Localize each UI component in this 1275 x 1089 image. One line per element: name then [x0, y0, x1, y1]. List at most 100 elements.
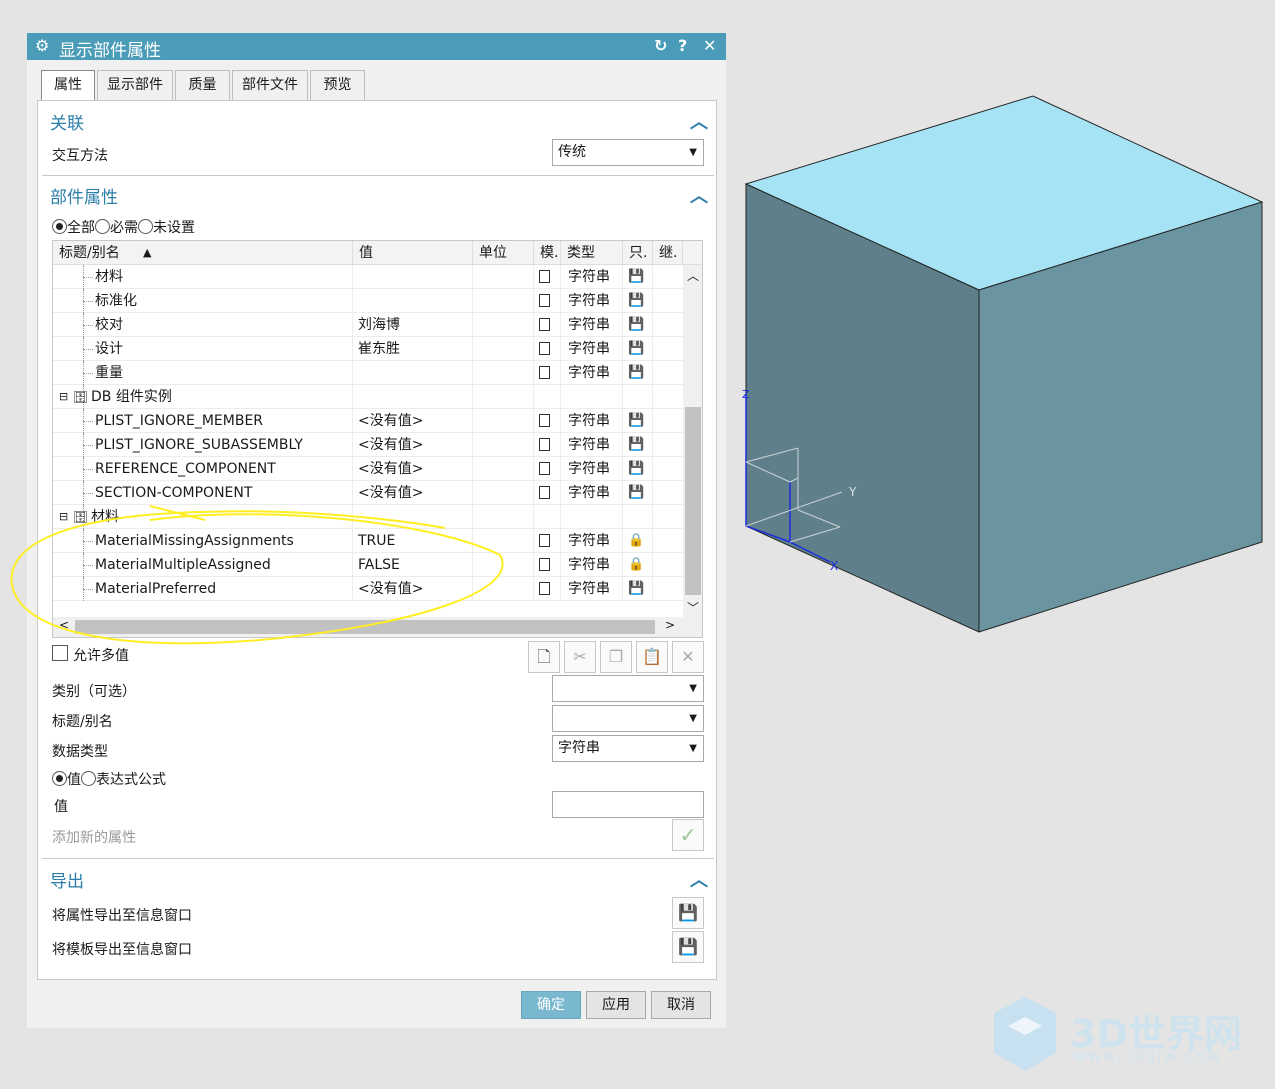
title-alias-select[interactable]: ▼	[552, 705, 704, 732]
tree-branch	[83, 421, 93, 422]
attribute-title: 设计	[95, 341, 123, 357]
filter-required-radio[interactable]	[95, 219, 110, 234]
table-row[interactable]: MaterialPreferred <没有值> 字符串 💾	[53, 577, 683, 601]
tab-part-file[interactable]: 部件文件	[232, 70, 308, 100]
value-input[interactable]	[552, 791, 704, 818]
paste-icon[interactable]: 📋	[636, 641, 668, 673]
column-header-readonly[interactable]: 只.	[623, 241, 653, 265]
interaction-method-select[interactable]: 传统 ▼	[552, 139, 704, 166]
cell-divider	[472, 577, 473, 601]
save-icon: 💾	[628, 341, 645, 356]
table-row[interactable]: 校对 刘海博 字符串 💾	[53, 313, 683, 337]
cell-divider	[533, 505, 534, 529]
template-document-icon	[539, 409, 550, 433]
column-header-inherit[interactable]: 继.	[653, 241, 683, 265]
collapse-node-icon[interactable]: ⊟	[59, 385, 68, 409]
cell-divider	[652, 337, 653, 361]
expression-mode-radio[interactable]	[81, 771, 96, 786]
category-select[interactable]: ▼	[552, 675, 704, 702]
table-row[interactable]: MaterialMissingAssignments TRUE 字符串 🔒	[53, 529, 683, 553]
cancel-button[interactable]: 取消	[651, 991, 711, 1019]
cell-divider	[652, 361, 653, 385]
export-template-save-icon[interactable]: 💾	[672, 931, 704, 963]
tab-display-part[interactable]: 显示部件	[97, 70, 173, 100]
hscroll-thumb[interactable]	[75, 620, 655, 634]
filter-required-label: 必需	[110, 220, 138, 236]
tab-attributes[interactable]: 属性	[41, 70, 95, 100]
ok-button[interactable]: 确定	[521, 991, 581, 1019]
table-row[interactable]: 设计 崔东胜 字符串 💾	[53, 337, 683, 361]
table-row[interactable]: REFERENCE_COMPONENT <没有值> 字符串 💾	[53, 457, 683, 481]
scroll-up-icon[interactable]: ︿	[687, 267, 699, 284]
scroll-down-icon[interactable]: ﹀	[687, 599, 699, 616]
checkmark-icon[interactable]: ✓	[672, 819, 704, 851]
cell-divider	[472, 433, 473, 457]
cell-divider	[533, 409, 534, 433]
allow-multi-checkbox[interactable]	[52, 645, 68, 661]
filter-unset-radio[interactable]	[138, 219, 153, 234]
horizontal-scrollbar[interactable]: < >	[53, 617, 683, 637]
attribute-value: <没有值>	[358, 485, 424, 501]
interaction-method-label: 交互方法	[52, 148, 108, 164]
association-header[interactable]: 关联	[50, 109, 84, 134]
export-attributes-save-icon[interactable]: 💾	[672, 897, 704, 929]
column-header-value[interactable]: 值	[353, 241, 473, 265]
column-header-unit[interactable]: 单位	[473, 241, 534, 265]
collapse-export-icon[interactable]: ︿	[690, 866, 708, 892]
column-header-template[interactable]: 模.	[534, 241, 561, 265]
collapse-node-icon[interactable]: ⊟	[59, 505, 68, 529]
table-row[interactable]: PLIST_IGNORE_SUBASSEMBLY <没有值> 字符串 💾	[53, 433, 683, 457]
apply-button[interactable]: 应用	[586, 991, 646, 1019]
attribute-value: <没有值>	[358, 461, 424, 477]
table-group-row[interactable]: ⊟ 🗄 材料	[53, 505, 683, 529]
export-header[interactable]: 导出	[50, 867, 84, 892]
data-type-select[interactable]: 字符串 ▼	[552, 735, 704, 762]
help-icon[interactable]: ?	[678, 36, 687, 55]
cell-divider	[652, 553, 653, 577]
tab-preview[interactable]: 预览	[310, 70, 365, 100]
collapse-association-icon[interactable]: ︿	[690, 108, 708, 134]
cell-divider	[652, 433, 653, 457]
copy-icon[interactable]: ❐	[600, 641, 632, 673]
tree-branch	[83, 445, 93, 446]
data-type-label: 数据类型	[52, 744, 108, 760]
attribute-type: 字符串	[568, 293, 610, 309]
collapse-part-attributes-icon[interactable]: ︿	[690, 182, 708, 208]
cell-divider	[652, 577, 653, 601]
save-icon: 💾	[628, 269, 645, 284]
title-bar[interactable]: ⚙ 显示部件属性 ↻ ? ✕	[27, 33, 726, 61]
column-header-title[interactable]: 标题/别名 ▲	[53, 241, 353, 265]
value-mode-radio[interactable]	[52, 771, 67, 786]
export-attributes-label: 将属性导出至信息窗口	[52, 908, 192, 924]
filter-all-radio[interactable]	[52, 219, 67, 234]
table-row[interactable]: SECTION-COMPONENT <没有值> 字符串 💾	[53, 481, 683, 505]
divider	[42, 858, 714, 859]
reset-icon[interactable]: ↻	[654, 36, 667, 55]
scroll-thumb[interactable]	[685, 407, 701, 595]
table-row[interactable]: PLIST_IGNORE_MEMBER <没有值> 字符串 💾	[53, 409, 683, 433]
attribute-type: 字符串	[568, 365, 610, 381]
cell-divider	[652, 409, 653, 433]
cut-icon[interactable]: ✂	[564, 641, 596, 673]
table-group-row[interactable]: ⊟ 🗄 DB 组件实例	[53, 385, 683, 409]
delete-icon[interactable]: ✕	[672, 641, 704, 673]
column-header-type[interactable]: 类型	[561, 241, 623, 265]
close-icon[interactable]: ✕	[703, 36, 716, 55]
tree-branch	[83, 325, 93, 326]
tab-mass[interactable]: 质量	[175, 70, 230, 100]
table-row[interactable]: MaterialMultipleAssigned FALSE 字符串 🔒	[53, 553, 683, 577]
cell-divider	[472, 337, 473, 361]
scroll-right-icon[interactable]: >	[665, 618, 675, 632]
scroll-left-icon[interactable]: <	[59, 618, 69, 632]
template-document-icon	[539, 337, 550, 361]
new-attribute-icon[interactable]: 🗋	[528, 641, 560, 673]
chevron-down-icon: ▼	[689, 147, 697, 158]
table-row[interactable]: 标准化 字符串 💾	[53, 289, 683, 313]
attributes-table[interactable]: 标题/别名 ▲ 值 单位 模. 类型 只. 继. 材料 字符串 💾 标准化 字符串 💾 校对刘…	[52, 240, 703, 638]
part-attributes-header[interactable]: 部件属性	[50, 183, 118, 208]
cell-divider	[622, 577, 623, 601]
table-row[interactable]: 材料 字符串 💾	[53, 265, 683, 289]
vertical-scrollbar[interactable]: ︿ ﹀	[683, 265, 702, 637]
3d-viewport[interactable]: Z Y X	[730, 90, 1270, 650]
table-row[interactable]: 重量 字符串 💾	[53, 361, 683, 385]
